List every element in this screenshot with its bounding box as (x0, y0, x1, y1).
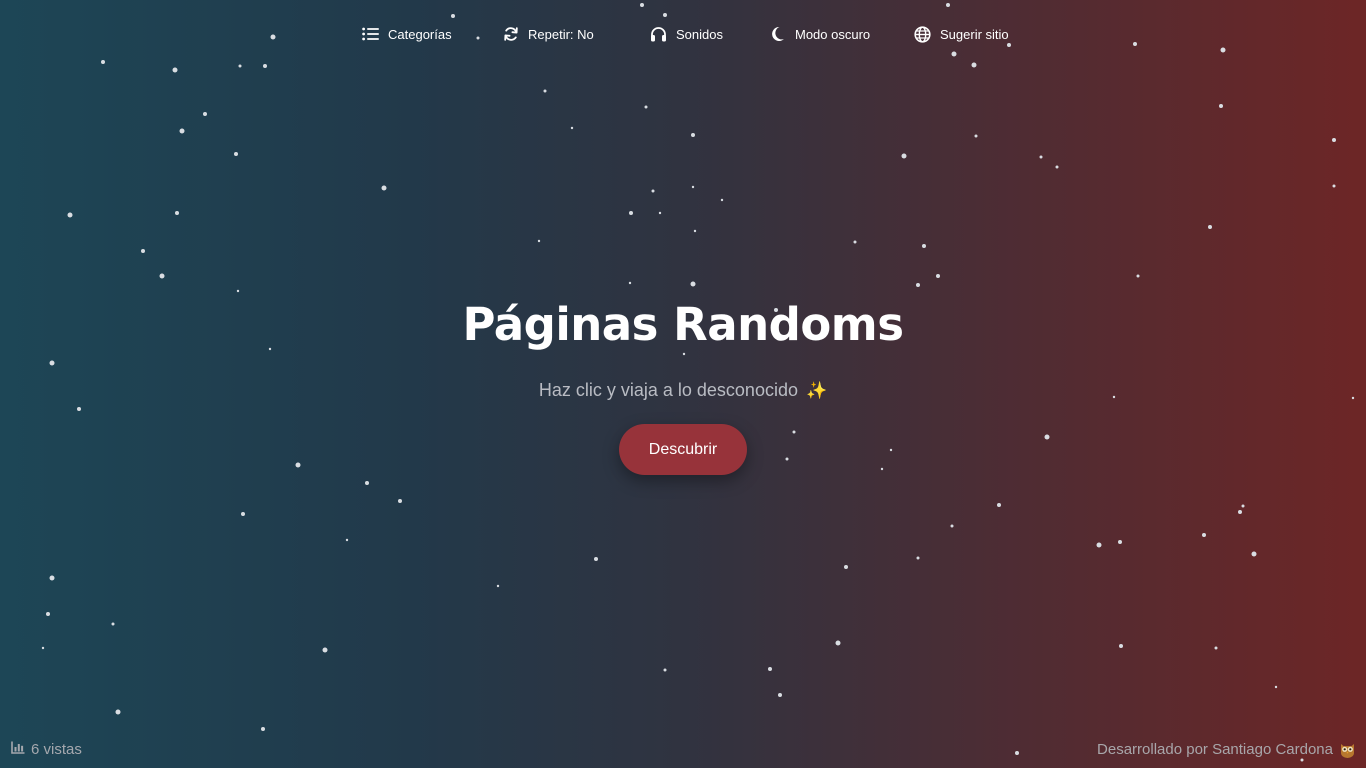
moon-icon (769, 26, 786, 43)
list-icon (362, 26, 379, 43)
globe-icon (914, 25, 931, 43)
dark-mode-toggle[interactable]: Modo oscuro (769, 20, 870, 48)
sounds-button[interactable]: Sonidos (650, 20, 723, 48)
subtitle-text: Haz clic y viaja a lo desconocido (538, 380, 798, 400)
categories-label: Categorías (388, 26, 452, 42)
page-title: Páginas Randoms (462, 298, 904, 351)
owl-icon (1339, 741, 1356, 758)
sparkles-icon: ✨ (805, 381, 828, 400)
repeat-toggle[interactable]: Repetir: No (502, 20, 594, 48)
top-navigation: Categorías Repetir: No Sonidos Modo oscu… (0, 20, 1366, 48)
categories-button[interactable]: Categorías (362, 20, 452, 48)
sounds-label: Sonidos (676, 26, 723, 42)
dark-mode-label: Modo oscuro (795, 26, 871, 42)
headphones-icon (650, 26, 667, 43)
refresh-icon (502, 26, 519, 43)
discover-button[interactable]: Descubrir (619, 424, 747, 475)
views-counter: 6 vistas (11, 741, 82, 758)
page-subtitle: Haz clic y viaja a lo desconocido ✨ (0, 380, 1366, 401)
credits: Desarrollado por Santiago Cardona (1097, 741, 1356, 758)
suggest-site-button[interactable]: Sugerir sitio (914, 20, 1009, 48)
repeat-label: Repetir: No (528, 26, 594, 42)
credits-label: Desarrollado por Santiago Cardona (1097, 741, 1333, 758)
views-label: 6 vistas (31, 741, 82, 758)
suggest-site-label: Sugerir sitio (940, 26, 1009, 42)
bar-chart-icon (11, 741, 25, 758)
